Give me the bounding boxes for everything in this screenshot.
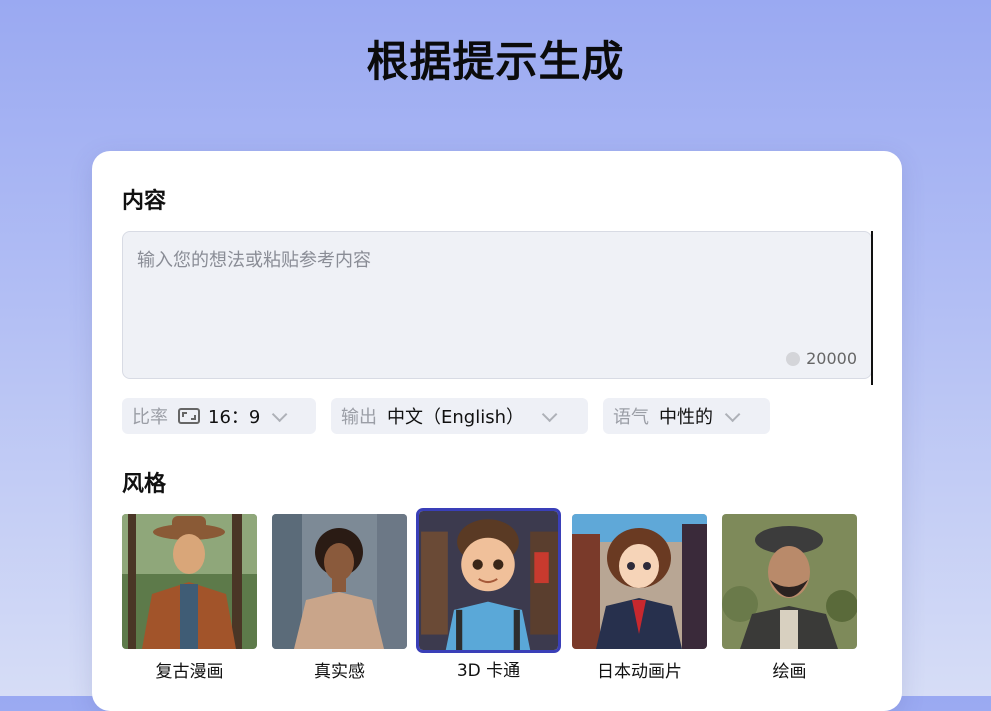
realistic-thumbnail (272, 514, 407, 649)
style-option-realistic[interactable]: 真实感 (272, 514, 407, 682)
style-option-retro-comic[interactable]: 复古漫画 (122, 514, 257, 682)
style-option-painting[interactable]: 绘画 (722, 514, 857, 682)
painting-thumbnail (722, 514, 857, 649)
tone-select[interactable]: 语气 中性的 (603, 398, 770, 434)
content-label: 内容 (122, 189, 167, 214)
aspect-ratio-icon (178, 408, 200, 424)
style-label-painting: 绘画 (772, 662, 807, 682)
output-value: 中文（English） (387, 407, 524, 428)
style-label: 风格 (122, 472, 167, 497)
chevron-down-icon (541, 406, 558, 422)
style-option-anime[interactable]: 日本动画片 (572, 514, 707, 682)
output-select[interactable]: 输出 中文（English） (331, 398, 588, 434)
style-option-3d-cartoon[interactable]: 3D 卡通 (416, 508, 561, 681)
page-title: 根据提示生成 (366, 37, 625, 86)
tone-key: 语气 (613, 407, 649, 428)
generator-card: 内容 20000 比率 16：9 输出 中文（English） 语气 中性的 风… (92, 151, 902, 711)
char-limit: 20000 (806, 349, 857, 368)
style-label-realistic: 真实感 (314, 662, 365, 682)
anime-thumbnail (572, 514, 707, 649)
style-label-retro-comic: 复古漫画 (155, 662, 224, 682)
tone-value: 中性的 (659, 407, 713, 428)
text-cursor (871, 231, 873, 385)
chevron-down-icon (724, 406, 741, 422)
style-label-3d-cartoon: 3D 卡通 (456, 661, 521, 681)
ratio-select[interactable]: 比率 16：9 (122, 398, 316, 434)
3d-cartoon-thumbnail (416, 508, 561, 653)
content-input[interactable] (123, 232, 871, 378)
content-field-box: 20000 (122, 231, 872, 379)
char-counter: 20000 (786, 349, 857, 368)
retro-comic-thumbnail (122, 514, 257, 649)
output-key: 输出 (341, 407, 377, 428)
counter-dot-icon (786, 351, 801, 366)
ratio-key: 比率 (132, 407, 168, 428)
ratio-value: 16：9 (208, 407, 261, 428)
style-label-anime: 日本动画片 (597, 662, 682, 682)
chevron-down-icon (272, 406, 288, 422)
